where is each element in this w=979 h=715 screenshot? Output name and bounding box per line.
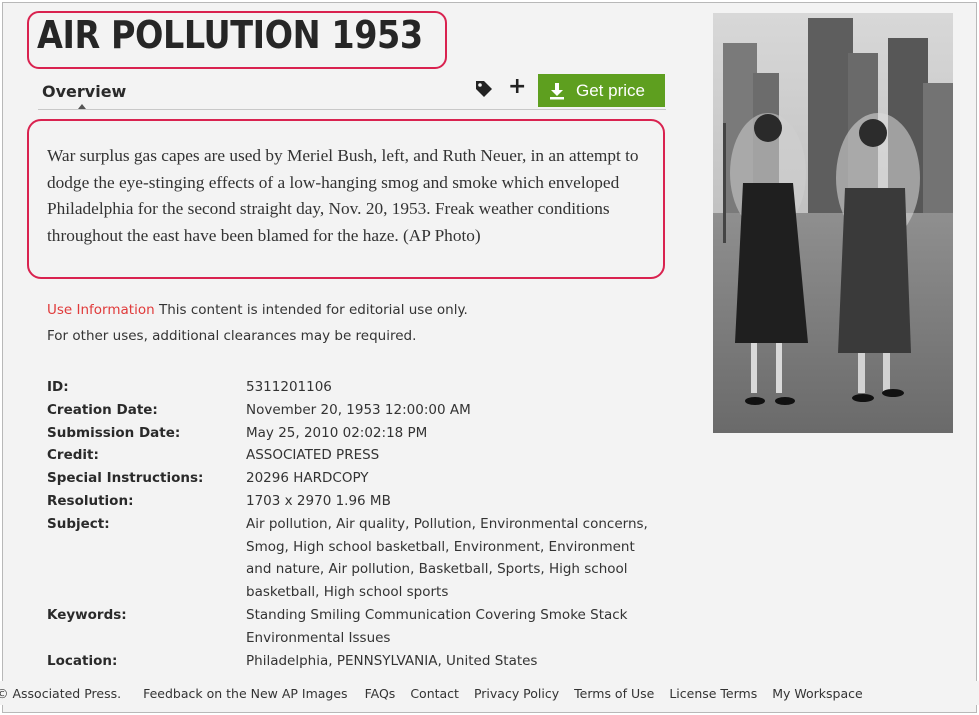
plus-icon[interactable]: + [508,74,526,99]
page-frame: AIR POLLUTION 1953 Overview + Get price … [2,2,977,713]
active-tab-indicator [78,104,86,109]
footer-link-terms-of-use[interactable]: Terms of Use [574,686,654,701]
meta-label-creation-date: Creation Date: [47,401,158,418]
use-information-link[interactable]: Use Information [47,302,155,318]
footer-link-license-terms[interactable]: License Terms [669,686,757,701]
meta-value-location: Philadelphia, PENNSYLVANIA, United State… [246,652,538,669]
use-info-line2: For other uses, additional clearances ma… [47,328,417,344]
footer-copyright: © Associated Press. [0,685,122,701]
meta-value-creation-date: November 20, 1953 12:00:00 AM [246,401,471,418]
footer-link-contact[interactable]: Contact [410,686,459,701]
footer: © Associated Press. Feedback on the New … [0,681,979,705]
page-title: AIR POLLUTION 1953 [37,13,423,57]
meta-label-resolution: Resolution: [47,492,134,509]
download-icon [550,82,564,99]
use-information: Use Information This content is intended… [47,297,647,349]
tab-bar: Overview + Get price [38,74,666,110]
tag-icon[interactable] [474,79,494,99]
tab-overview[interactable]: Overview [42,82,126,101]
footer-link-faqs[interactable]: FAQs [365,686,396,701]
get-price-button[interactable]: Get price [538,74,665,107]
meta-value-special-instructions: 20296 HARDCOPY [246,470,369,487]
get-price-label: Get price [576,80,645,100]
meta-value-credit: ASSOCIATED PRESS [246,447,380,464]
footer-link-my-workspace[interactable]: My Workspace [772,686,862,701]
meta-value-id: 5311201106 [246,379,332,395]
meta-label-subject: Subject: [47,515,110,532]
footer-link-privacy-policy[interactable]: Privacy Policy [474,686,559,701]
meta-value-subject: Air pollution, Air quality, Pollution, E… [246,515,648,601]
news-photo[interactable] [713,13,953,433]
meta-value-keywords: Standing Smiling Communication Covering … [246,606,628,646]
meta-label-submission-date: Submission Date: [47,424,181,441]
footer-link-feedback[interactable]: Feedback on the New AP Images [143,686,348,701]
meta-value-resolution: 1703 x 2970 1.96 MB [246,492,391,509]
meta-label-credit: Credit: [47,447,99,464]
meta-label-keywords: Keywords: [47,606,127,623]
meta-value-submission-date: May 25, 2010 02:02:18 PM [246,424,428,441]
meta-label-location: Location: [47,652,118,669]
meta-label-special-instructions: Special Instructions: [47,470,204,487]
use-info-line1: This content is intended for editorial u… [154,302,468,318]
photo-description: War surplus gas capes are used by Meriel… [47,146,639,245]
meta-label-id: ID: [47,379,69,395]
metadata-table: ID: 5311201106 Creation Date: November 2… [47,376,667,672]
